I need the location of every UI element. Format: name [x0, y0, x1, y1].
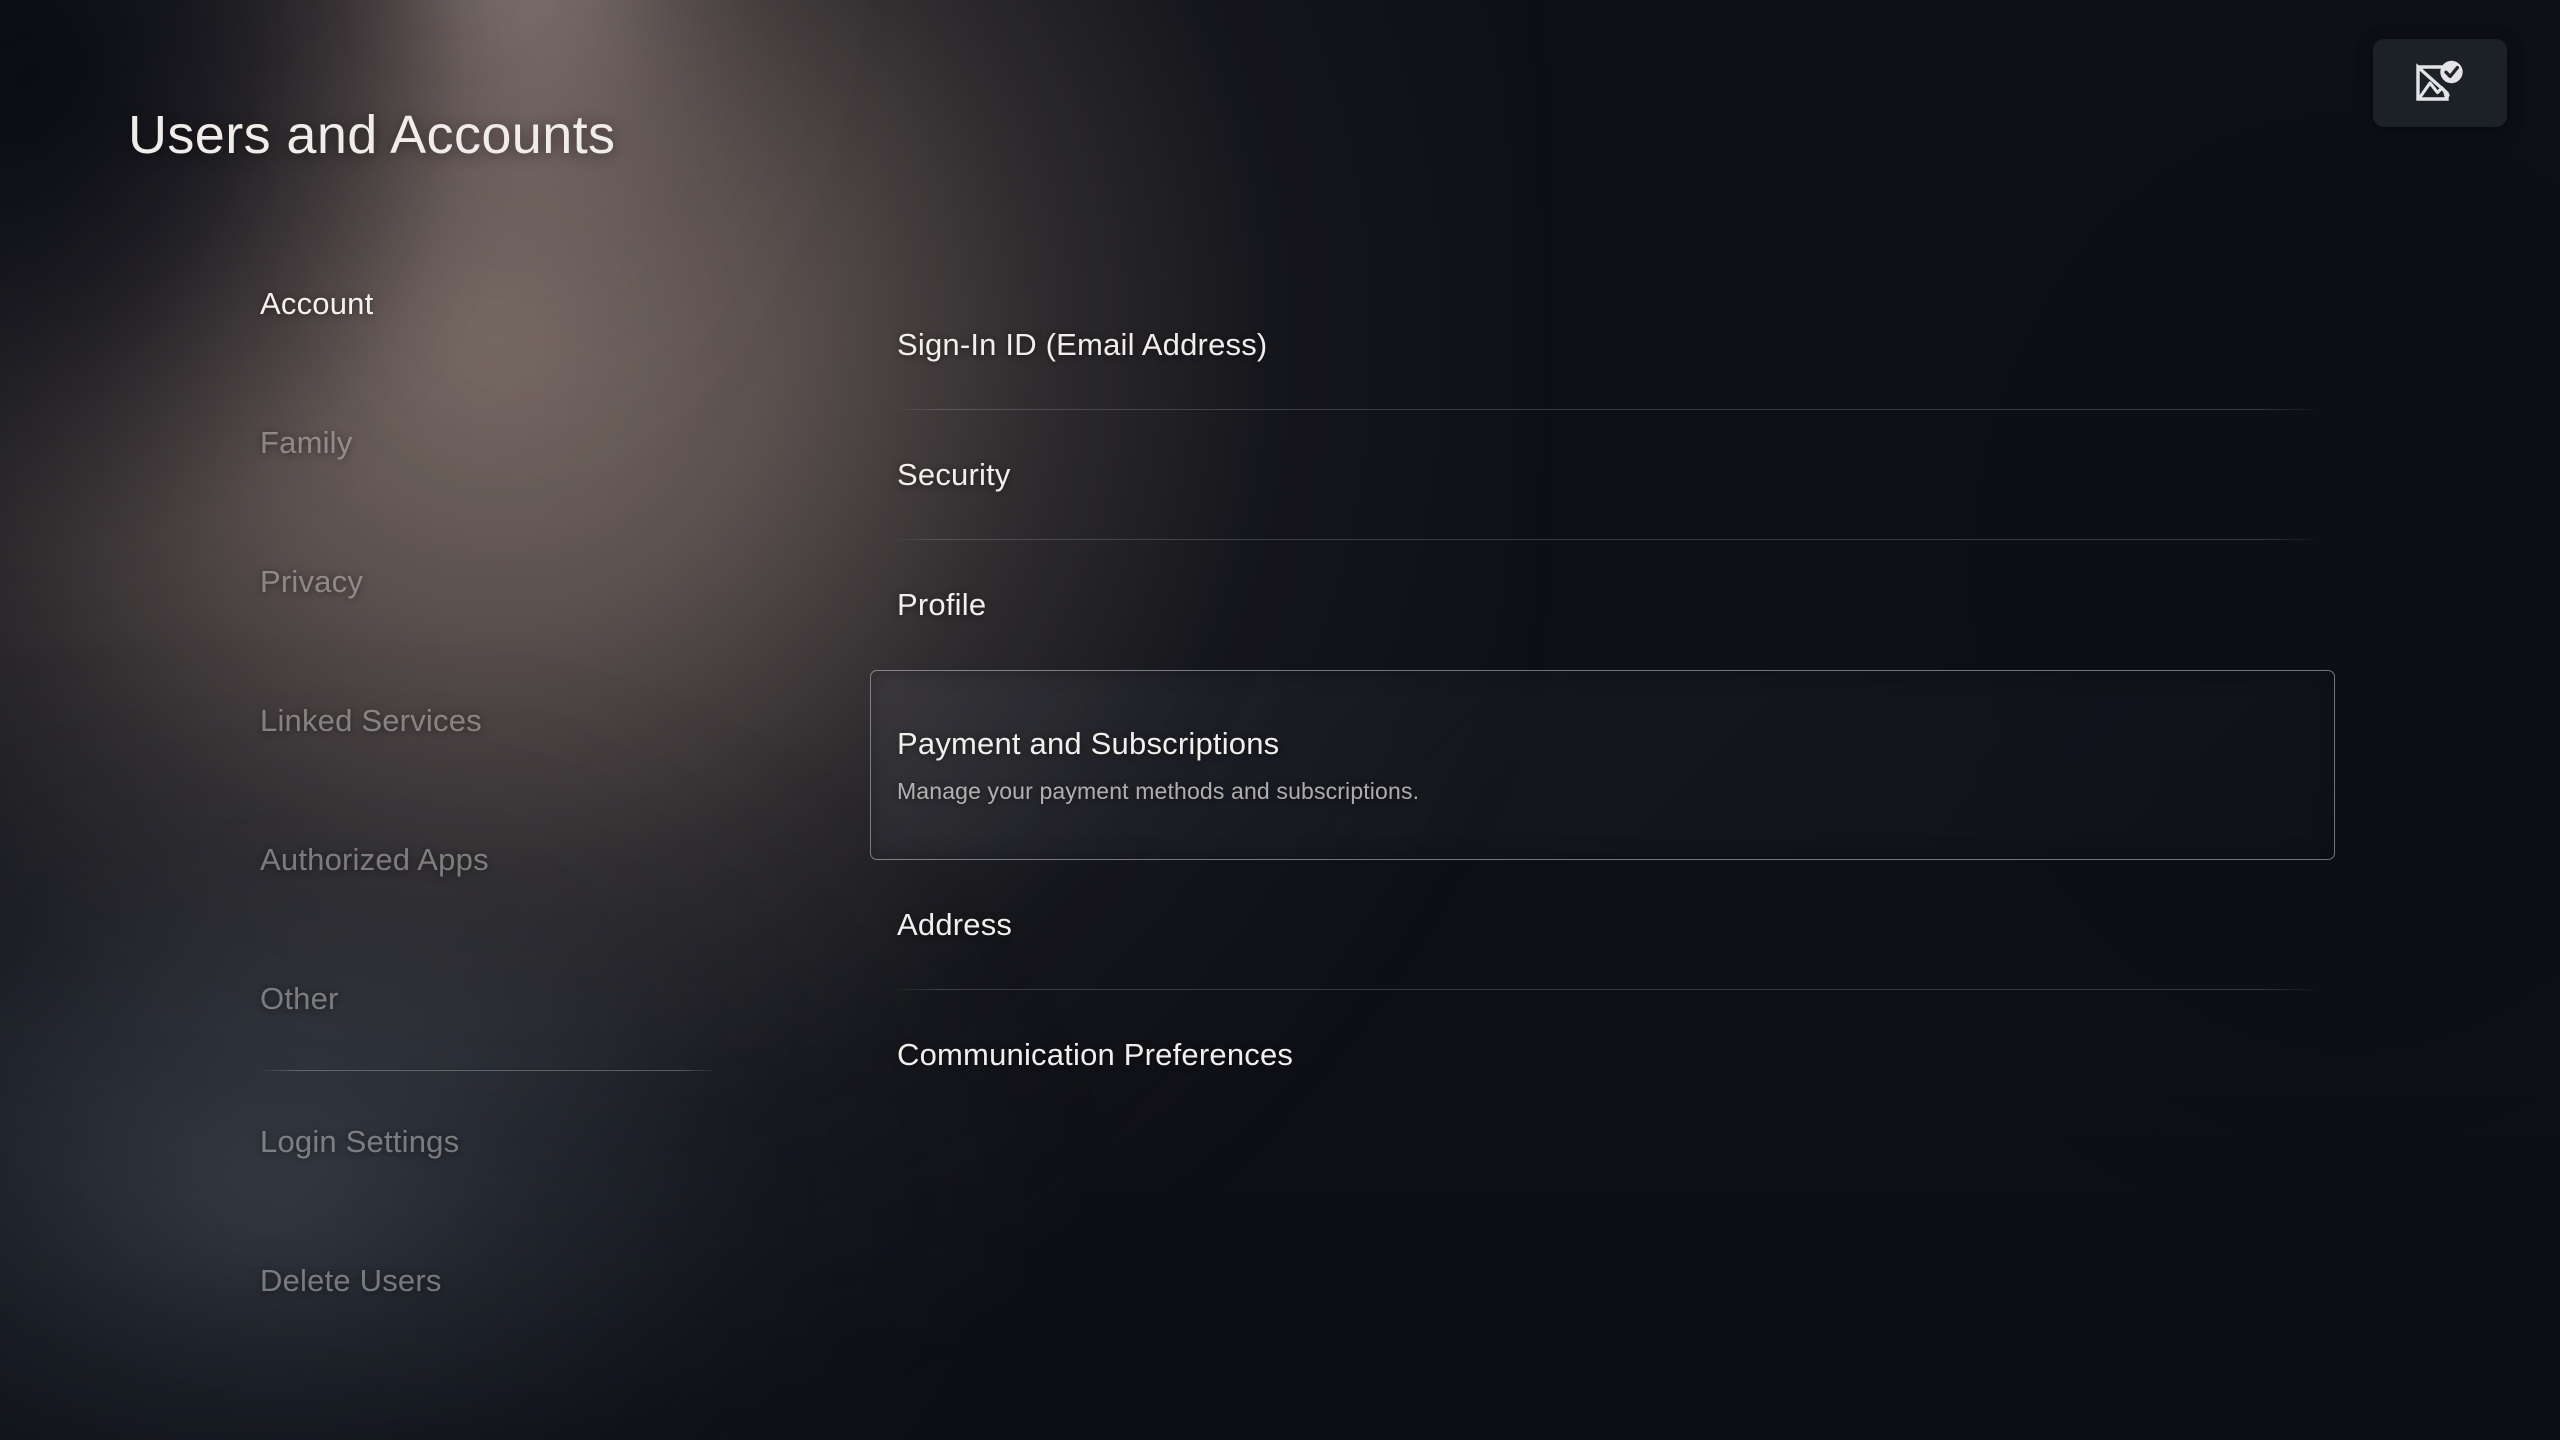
- list-item-subtitle: Manage your payment methods and subscrip…: [897, 777, 1420, 804]
- list-item-title: Address: [897, 907, 1013, 942]
- list-item-content: Address: [897, 860, 2335, 990]
- sidebar-item-family[interactable]: Family: [260, 419, 730, 467]
- list-item-sign-in-id[interactable]: Sign-In ID (Email Address): [870, 280, 2335, 410]
- list-item-communication-preferences[interactable]: Communication Preferences: [870, 990, 2335, 1120]
- list-item-content: Sign-In ID (Email Address): [897, 280, 2335, 410]
- screenshot-saved-button[interactable]: [2373, 39, 2507, 127]
- list-item-title: Profile: [897, 587, 987, 622]
- screenshot-saved-icon: [2415, 60, 2465, 106]
- page-title: Users and Accounts: [128, 105, 616, 165]
- sidebar-item-other[interactable]: Other: [260, 975, 730, 1023]
- list-item-content: Security: [897, 410, 2335, 540]
- list-item-title: Communication Preferences: [897, 1037, 1294, 1072]
- list-item-content: Profile: [897, 540, 2335, 670]
- list-item-title: Payment and Subscriptions: [897, 725, 1280, 761]
- sidebar-item-login-settings[interactable]: Login Settings: [260, 1118, 730, 1166]
- sidebar-item-privacy[interactable]: Privacy: [260, 558, 730, 606]
- account-settings-list: Sign-In ID (Email Address) Security Prof…: [870, 280, 2335, 1120]
- list-item-title: Sign-In ID (Email Address): [897, 327, 1268, 362]
- list-item-title: Security: [897, 457, 1011, 492]
- sidebar-item-delete-users[interactable]: Delete Users: [260, 1257, 730, 1305]
- sidebar-item-authorized-apps[interactable]: Authorized Apps: [260, 836, 730, 884]
- list-item-profile[interactable]: Profile: [870, 540, 2335, 670]
- list-item-security[interactable]: Security: [870, 410, 2335, 540]
- sidebar-item-linked-services[interactable]: Linked Services: [260, 697, 730, 745]
- list-item-content: Payment and Subscriptions Manage your pa…: [897, 670, 2335, 860]
- list-item-content: Communication Preferences: [897, 990, 2335, 1120]
- list-item-payment-and-subscriptions[interactable]: Payment and Subscriptions Manage your pa…: [870, 670, 2335, 860]
- sidebar-divider: [260, 1070, 715, 1071]
- sidebar-nav: Account Family Privacy Linked Services A…: [260, 280, 730, 1396]
- sidebar-item-account[interactable]: Account: [260, 280, 730, 328]
- list-item-address[interactable]: Address: [870, 860, 2335, 990]
